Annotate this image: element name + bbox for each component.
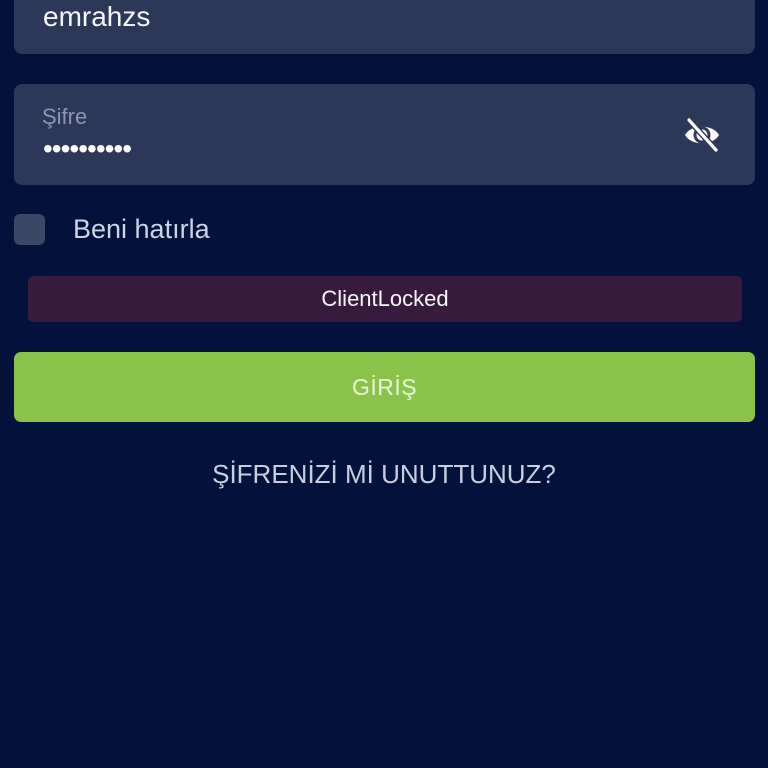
forgot-password-link[interactable]: ŞİFRENİZİ Mİ UNUTTUNUZ? <box>0 457 768 491</box>
username-field[interactable]: emrahzs <box>14 0 755 54</box>
error-banner: ClientLocked <box>28 276 742 322</box>
eye-off-icon <box>685 117 719 153</box>
remember-me-checkbox[interactable] <box>14 214 45 245</box>
remember-me-label[interactable]: Beni hatırla <box>73 213 210 245</box>
password-masked-value: •••••••••• <box>43 133 132 164</box>
login-button-label: GİRİŞ <box>351 374 418 400</box>
password-visibility-toggle[interactable] <box>682 115 722 155</box>
error-message: ClientLocked <box>321 286 449 311</box>
password-label: Şifre <box>42 104 88 129</box>
username-value: emrahzs <box>43 1 151 32</box>
password-field[interactable]: Şifre •••••••••• <box>14 84 755 185</box>
login-button[interactable]: GİRİŞ <box>14 352 755 422</box>
